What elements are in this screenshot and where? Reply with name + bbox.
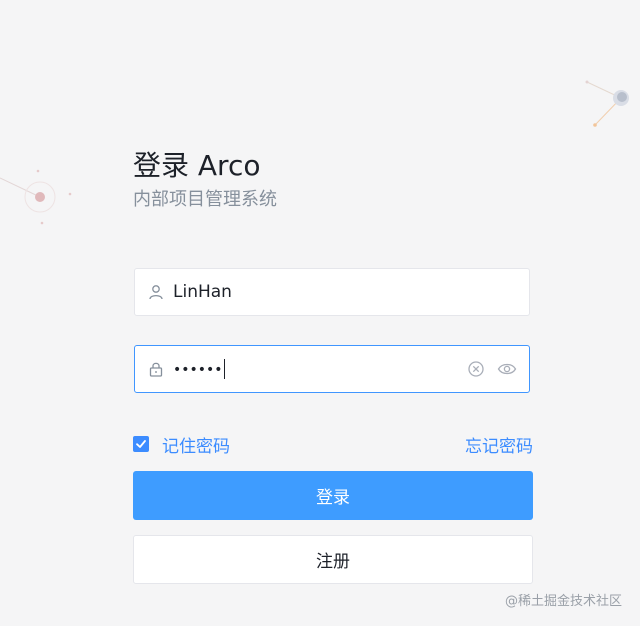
clear-icon[interactable] (467, 360, 485, 378)
checkbox-checked-icon[interactable] (133, 436, 149, 452)
remember-password-label[interactable]: 记住密码 (162, 432, 230, 457)
password-field[interactable]: •••••• (134, 345, 530, 393)
login-title: 登录 Arco (133, 149, 261, 182)
login-button[interactable]: 登录 (133, 471, 533, 520)
password-mask: •••••• (173, 362, 223, 378)
decorative-orbit-left (0, 169, 72, 225)
login-subtitle: 内部项目管理系统 (133, 189, 277, 210)
login-options-row: 记住密码 忘记密码 (133, 432, 533, 457)
lock-icon (147, 360, 165, 378)
decorative-orbit-right (585, 80, 629, 127)
watermark: @稀土掘金技术社区 (504, 594, 622, 609)
text-caret (223, 359, 225, 379)
user-icon (147, 283, 165, 301)
forgot-password-link[interactable]: 忘记密码 (465, 432, 533, 457)
password-value[interactable]: •••••• (173, 359, 459, 379)
remember-password-checkbox[interactable]: 记住密码 (133, 432, 230, 457)
eye-icon[interactable] (497, 360, 517, 378)
username-field[interactable]: LinHan (134, 268, 530, 316)
register-button[interactable]: 注册 (133, 535, 533, 584)
username-value[interactable]: LinHan (173, 282, 517, 302)
login-panel: 登录 Arco 内部项目管理系统 LinHan •••••• 记住密码 忘记密码… (133, 146, 533, 584)
